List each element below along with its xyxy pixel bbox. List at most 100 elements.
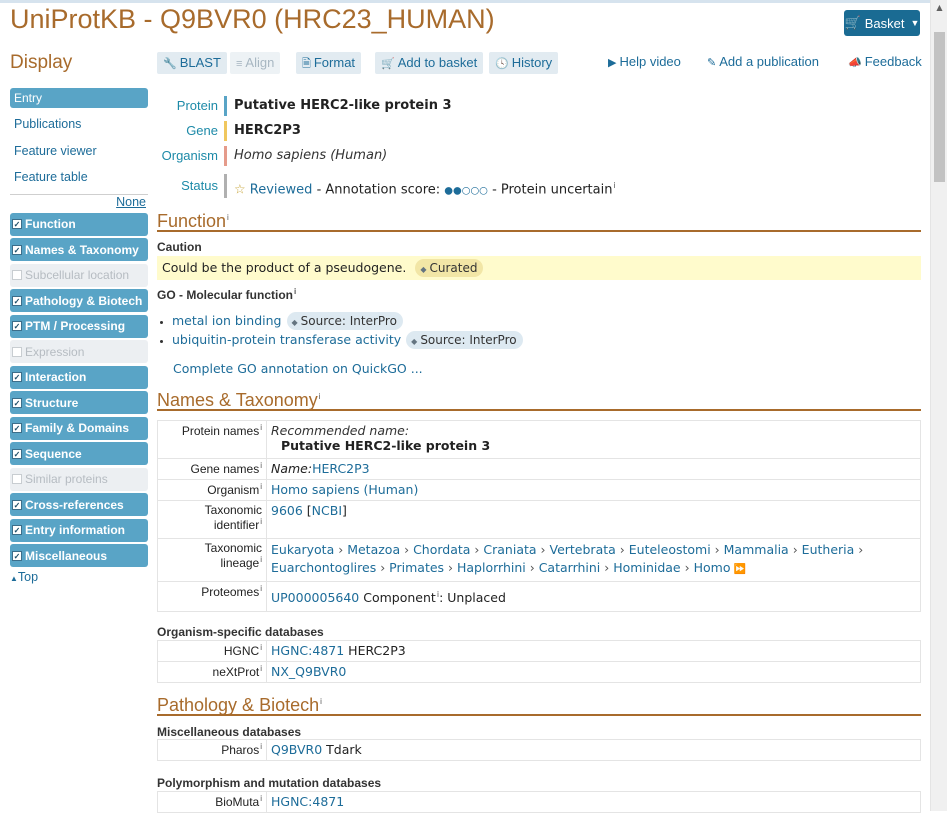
lineage-link[interactable]: Euarchontoglires	[271, 560, 376, 575]
lineage-separator: ›	[615, 542, 629, 557]
nav-publications[interactable]: Publications	[10, 114, 148, 134]
lineage-link[interactable]: Eutheria	[802, 542, 855, 557]
annotation-score-dots[interactable]: ●●○○○	[444, 185, 488, 196]
ncbi-link[interactable]: NCBI	[312, 503, 342, 518]
basket-button[interactable]: 🛒 Basket ▼	[844, 10, 920, 36]
lineage-link[interactable]: Eukaryota	[271, 542, 334, 557]
info-icon[interactable]: i	[320, 697, 322, 706]
info-icon[interactable]: i	[319, 392, 321, 401]
checkbox-unchecked-icon[interactable]: ✓	[12, 270, 22, 280]
biomuta-link[interactable]: HGNC:4871	[271, 794, 344, 809]
section-toggle-miscellaneous[interactable]: ✓ Miscellaneous	[10, 544, 148, 567]
section-toggle-entry-information[interactable]: ✓ Entry information	[10, 518, 148, 542]
info-icon[interactable]: i	[260, 664, 262, 673]
source-tag[interactable]: ◆ Source: InterPro	[286, 312, 403, 330]
vertical-scrollbar[interactable]: ▲	[930, 0, 947, 811]
info-icon[interactable]: i	[260, 555, 262, 564]
info-icon[interactable]: i	[613, 181, 615, 190]
lineage-link[interactable]: Craniata	[483, 542, 536, 557]
section-toggle-interaction[interactable]: ✓ Interaction	[10, 365, 148, 389]
add-publication-link[interactable]: ✎ Add a publication	[707, 52, 819, 74]
lineage-link[interactable]: Primates	[389, 560, 444, 575]
section-toggle-pathology-biotech[interactable]: ✓ Pathology & Biotech	[10, 289, 148, 312]
checkbox-checked-icon[interactable]: ✓	[12, 448, 22, 459]
feedback-link[interactable]: 📣 Feedback	[848, 52, 922, 74]
section-toggle-subcellular-location[interactable]: ✓Subcellular location	[10, 263, 148, 287]
section-toggle-ptm-processing[interactable]: ✓ PTM / Processing	[10, 314, 148, 338]
blast-button[interactable]: 🔧 BLAST	[157, 52, 227, 74]
checkbox-unchecked-icon[interactable]: ✓	[12, 346, 22, 357]
lineage-link[interactable]: Chordata	[413, 542, 470, 557]
lineage-link[interactable]: Vertebrata	[550, 542, 616, 557]
curated-tag[interactable]: ◆ Curated	[415, 259, 484, 277]
organism-link[interactable]: Homo sapiens (Human)	[271, 482, 418, 497]
section-toggle-structure[interactable]: ✓ Structure	[10, 391, 148, 414]
complete-go-link[interactable]: Complete GO annotation on QuickGO ...	[173, 361, 423, 376]
checkbox-checked-icon[interactable]: ✓	[12, 244, 22, 255]
help-video-link[interactable]: ▶ Help video	[608, 52, 681, 74]
section-toggle-label: Subcellular location	[25, 268, 130, 282]
checkbox-checked-icon[interactable]: ✓	[12, 321, 22, 331]
go-term-link[interactable]: metal ion binding	[172, 313, 282, 328]
section-toggle-label: Expression	[25, 344, 85, 359]
info-icon[interactable]: i	[260, 517, 262, 526]
nav-feature-table[interactable]: Feature table	[10, 167, 148, 187]
info-icon[interactable]: i	[260, 584, 262, 593]
lineage-link[interactable]: Hominidae	[613, 560, 680, 575]
organism-row-label: Organismi	[157, 479, 267, 501]
checkbox-checked-icon[interactable]: ✓	[12, 423, 22, 433]
hgnc-link[interactable]: HGNC:4871	[271, 643, 344, 658]
source-tag[interactable]: ◆ Source: InterPro	[406, 331, 523, 349]
format-button[interactable]: 🗎 Format	[296, 52, 362, 74]
pharos-link[interactable]: Q9BVR0	[271, 742, 322, 757]
align-button[interactable]: ≡ Align	[230, 52, 281, 74]
select-none-link[interactable]: None	[116, 195, 146, 209]
info-icon[interactable]: i	[260, 794, 262, 803]
section-toggle-function[interactable]: ✓ Function	[10, 212, 148, 236]
go-term-link[interactable]: ubiquitin-protein transferase activity	[172, 332, 401, 347]
section-toggle-family-domains[interactable]: ✓ Family & Domains	[10, 416, 148, 440]
checkbox-checked-icon[interactable]: ✓	[12, 550, 22, 561]
info-icon[interactable]: i	[260, 482, 262, 491]
names-taxonomy-heading: Names & Taxonomyi	[157, 386, 921, 411]
lineage-link[interactable]: Homo	[694, 560, 731, 575]
checkbox-checked-icon[interactable]: ✓	[12, 295, 22, 306]
reviewed-link[interactable]: Reviewed	[250, 182, 313, 197]
info-icon[interactable]: i	[227, 213, 229, 222]
lineage-link[interactable]: Haplorrhini	[457, 560, 526, 575]
info-icon[interactable]: i	[260, 742, 262, 751]
scroll-thumb[interactable]	[934, 32, 945, 182]
history-button[interactable]: 🕓 History	[489, 52, 559, 74]
checkbox-checked-icon[interactable]: ✓	[12, 372, 22, 382]
nav-entry[interactable]: Entry	[10, 88, 148, 108]
scroll-up-arrow-icon[interactable]: ▲	[931, 3, 947, 17]
info-icon[interactable]: i	[260, 461, 262, 470]
lineage-link[interactable]: Metazoa	[347, 542, 400, 557]
nav-feature-viewer[interactable]: Feature viewer	[10, 141, 148, 161]
section-toggle-names-taxonomy[interactable]: ✓ Names & Taxonomy	[10, 238, 148, 261]
wrench-icon: 🔧	[163, 58, 177, 70]
nextprot-link[interactable]: NX_Q9BVR0	[271, 664, 346, 679]
checkbox-checked-icon[interactable]: ✓	[12, 397, 22, 408]
info-icon[interactable]: i	[260, 423, 262, 432]
back-to-top-link[interactable]: ▲Top	[10, 570, 148, 584]
info-icon[interactable]: i	[260, 643, 262, 652]
checkbox-checked-icon[interactable]: ✓	[12, 219, 22, 229]
section-toggle-sequence[interactable]: ✓ Sequence	[10, 442, 148, 465]
section-toggle-similar-proteins[interactable]: ✓Similar proteins	[10, 467, 148, 491]
proteome-link[interactable]: UP000005640	[271, 590, 359, 605]
section-toggle-expression[interactable]: ✓Expression	[10, 340, 148, 363]
gene-name-link[interactable]: HERC2P3	[312, 461, 370, 476]
checkbox-checked-icon[interactable]: ✓	[12, 525, 22, 535]
taxid-link[interactable]: 9606	[271, 503, 303, 518]
lineage-link[interactable]: Euteleostomi	[629, 542, 711, 557]
expand-lineage-icon[interactable]: ⏩	[730, 564, 746, 575]
info-icon[interactable]: i	[294, 287, 296, 296]
checkbox-checked-icon[interactable]: ✓	[12, 499, 22, 510]
lineage-link[interactable]: Mammalia	[724, 542, 789, 557]
section-toggle-cross-references[interactable]: ✓ Cross-references	[10, 493, 148, 516]
checkbox-unchecked-icon[interactable]: ✓	[12, 474, 22, 484]
section-toggle-label: Family & Domains	[25, 421, 130, 435]
add-to-basket-button[interactable]: 🛒 Add to basket	[375, 52, 484, 74]
lineage-link[interactable]: Catarrhini	[539, 560, 601, 575]
